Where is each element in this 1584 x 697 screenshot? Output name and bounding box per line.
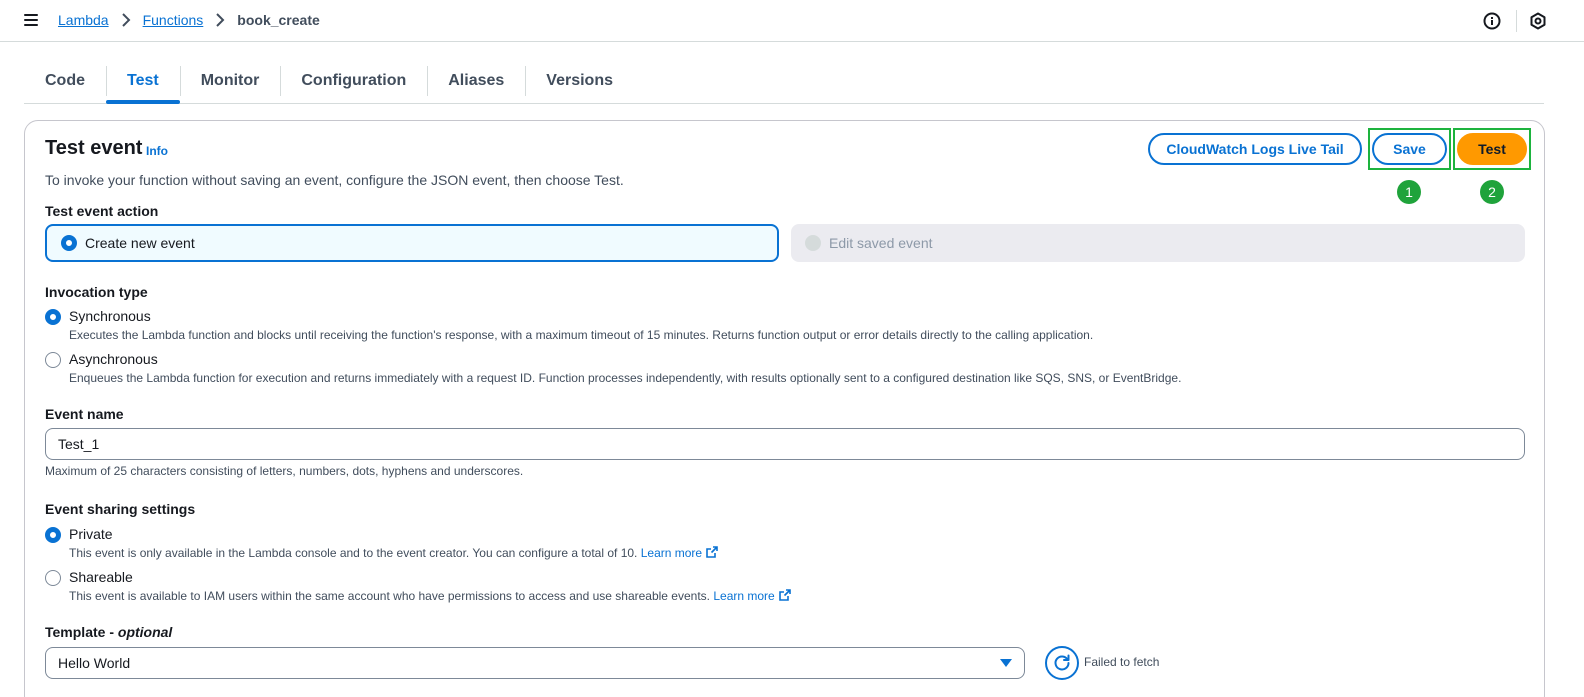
shareable-description: This event is available to IAM users wit… bbox=[69, 588, 791, 604]
synchronous-label: Synchronous bbox=[69, 308, 151, 324]
test-button[interactable]: Test bbox=[1457, 133, 1527, 165]
asynchronous-description: Enqueues the Lambda function for executi… bbox=[69, 371, 1182, 385]
refresh-icon bbox=[1054, 654, 1070, 671]
test-event-panel: Test event Info To invoke your function … bbox=[24, 120, 1545, 697]
shareable-option[interactable]: Shareable This event is available to IAM… bbox=[45, 568, 791, 604]
create-new-event-radio[interactable] bbox=[61, 235, 77, 251]
save-button[interactable]: Save bbox=[1372, 133, 1447, 165]
event-name-input[interactable] bbox=[45, 428, 1525, 460]
create-new-event-tile[interactable]: Create new event bbox=[45, 224, 779, 262]
function-tabs: Code Test Monitor Configuration Aliases … bbox=[24, 62, 1544, 104]
event-name-label: Event name bbox=[45, 406, 124, 422]
template-fetch-status: Failed to fetch bbox=[1084, 655, 1160, 669]
event-name-hint: Maximum of 25 characters consisting of l… bbox=[45, 464, 524, 478]
settings-hexagon-icon[interactable] bbox=[1529, 12, 1547, 30]
invocation-type-label: Invocation type bbox=[45, 284, 148, 300]
asynchronous-radio[interactable] bbox=[45, 352, 61, 368]
chevron-right-icon bbox=[216, 13, 225, 27]
tab-aliases[interactable]: Aliases bbox=[427, 62, 525, 102]
shareable-radio[interactable] bbox=[45, 570, 61, 586]
info-circle-icon[interactable] bbox=[1483, 12, 1501, 30]
chevron-right-icon bbox=[121, 13, 131, 27]
edit-saved-event-tile: Edit saved event bbox=[791, 224, 1525, 262]
panel-title: Test event bbox=[45, 137, 143, 159]
template-label: Template - optional bbox=[45, 624, 173, 640]
template-select-value: Hello World bbox=[58, 655, 131, 671]
header-divider bbox=[1516, 10, 1517, 32]
shareable-label: Shareable bbox=[69, 569, 133, 585]
breadcrumb: Lambda Functions book_create bbox=[58, 12, 320, 28]
event-sharing-label: Event sharing settings bbox=[45, 501, 196, 517]
edit-saved-event-label: Edit saved event bbox=[829, 235, 933, 251]
synchronous-description: Executes the Lambda function and blocks … bbox=[69, 328, 1094, 342]
menu-hamburger-icon[interactable] bbox=[24, 14, 38, 26]
create-new-event-label: Create new event bbox=[85, 235, 195, 251]
synchronous-option[interactable]: Synchronous Executes the Lambda function… bbox=[45, 307, 1093, 343]
tab-versions[interactable]: Versions bbox=[525, 62, 634, 102]
breadcrumb-current: book_create bbox=[237, 12, 320, 28]
tab-code[interactable]: Code bbox=[24, 62, 106, 102]
asynchronous-label: Asynchronous bbox=[69, 351, 158, 367]
refresh-button[interactable] bbox=[1045, 646, 1079, 680]
tab-test[interactable]: Test bbox=[106, 62, 180, 104]
breadcrumb-functions[interactable]: Functions bbox=[143, 12, 204, 28]
tab-configuration[interactable]: Configuration bbox=[280, 62, 427, 102]
edit-saved-event-radio bbox=[805, 235, 821, 251]
external-link-icon bbox=[778, 589, 791, 601]
panel-description: To invoke your function without saving a… bbox=[45, 172, 624, 188]
test-event-action-label: Test event action bbox=[45, 203, 159, 219]
caret-down-icon bbox=[1000, 659, 1012, 667]
cloudwatch-live-tail-button[interactable]: CloudWatch Logs Live Tail bbox=[1148, 133, 1362, 165]
top-navigation-bar: Lambda Functions book_create bbox=[0, 0, 1584, 42]
learn-more-link[interactable]: Learn more bbox=[641, 546, 702, 560]
private-radio[interactable] bbox=[45, 527, 61, 543]
learn-more-link[interactable]: Learn more bbox=[713, 589, 774, 603]
breadcrumb-lambda[interactable]: Lambda bbox=[58, 12, 109, 28]
synchronous-radio[interactable] bbox=[45, 309, 61, 325]
step-badge-1: 1 bbox=[1397, 180, 1421, 204]
external-link-icon bbox=[706, 546, 718, 558]
private-option[interactable]: Private This event is only available in … bbox=[45, 525, 718, 561]
tab-monitor[interactable]: Monitor bbox=[179, 62, 281, 102]
template-select[interactable]: Hello World bbox=[45, 647, 1025, 679]
private-label: Private bbox=[69, 526, 113, 542]
step-badge-2: 2 bbox=[1480, 180, 1504, 204]
private-description: This event is only available in the Lamb… bbox=[69, 545, 718, 561]
info-link[interactable]: Info bbox=[146, 144, 168, 158]
asynchronous-option[interactable]: Asynchronous Enqueues the Lambda functio… bbox=[45, 350, 1181, 386]
